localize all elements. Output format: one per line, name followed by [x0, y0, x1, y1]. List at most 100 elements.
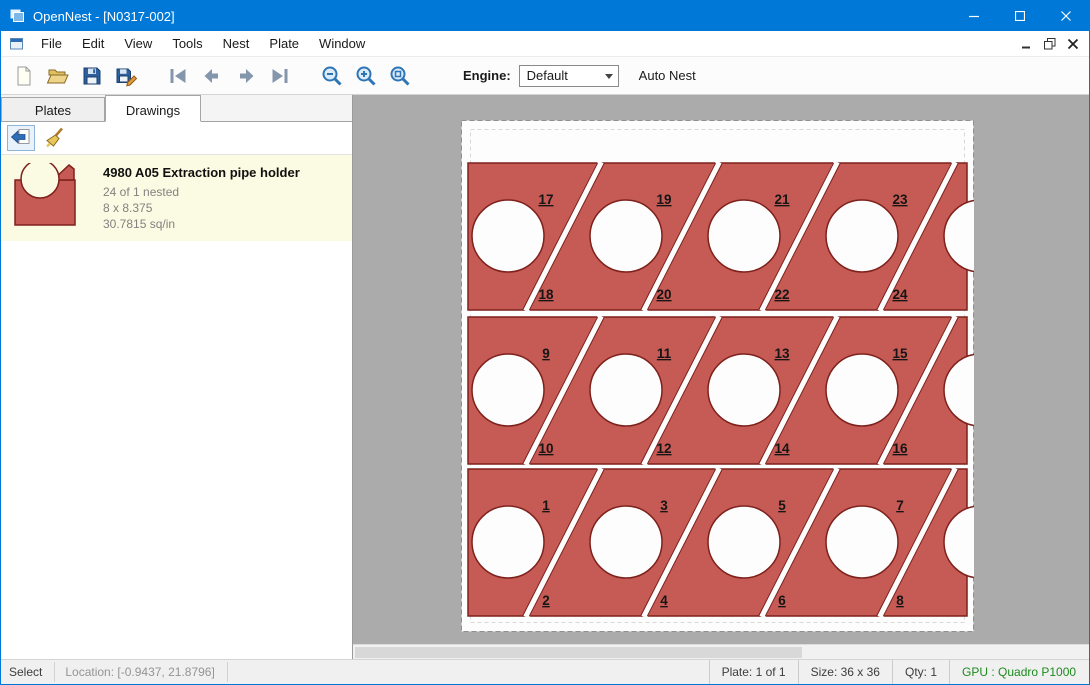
nav-prev-icon [200, 64, 224, 88]
nav-first-button[interactable] [161, 61, 195, 91]
part-thumbnail [11, 163, 103, 233]
menu-item-tools[interactable]: Tools [162, 32, 212, 55]
part-label: 14 [774, 441, 790, 456]
pipe-hole [826, 354, 898, 426]
part-label: 16 [892, 441, 908, 456]
part-label: 20 [656, 287, 671, 302]
open-icon [46, 64, 70, 88]
zoom-out-button[interactable] [315, 61, 349, 91]
list-item[interactable]: 4980 A05 Extraction pipe holder 24 of 1 … [1, 155, 352, 241]
zoom-fit-button[interactable] [383, 61, 417, 91]
zoom-out-icon [320, 64, 344, 88]
mdi-restore-button[interactable] [1042, 36, 1058, 52]
save-edit-button[interactable] [109, 61, 143, 91]
drawing-area: 30.7815 sq/in [103, 216, 344, 232]
title-bar: OpenNest - [N0317-002] [1, 1, 1089, 31]
menu-item-file[interactable]: File [31, 32, 72, 55]
part-label: 6 [778, 593, 786, 608]
mdi-minimize-button[interactable] [1019, 36, 1035, 52]
save-button[interactable] [75, 61, 109, 91]
nest-canvas[interactable]: 171921231820222491113151012141613572468 [353, 95, 1089, 659]
part-label: 3 [660, 498, 668, 513]
broom-icon [43, 126, 67, 150]
engine-value: Default [527, 68, 568, 83]
horizontal-scrollbar[interactable] [353, 644, 1074, 659]
zoom-fit-icon [388, 64, 412, 88]
part-label: 21 [774, 192, 790, 207]
panel-tabs: Plates Drawings [1, 95, 352, 122]
part-label: 4 [660, 593, 668, 608]
nest-row: 911131510121416 [468, 316, 974, 465]
auto-nest-button[interactable]: Auto Nest [639, 68, 696, 83]
part-label: 23 [892, 192, 908, 207]
part-label: 13 [774, 346, 790, 361]
part-label: 19 [656, 192, 671, 207]
tab-drawings[interactable]: Drawings [105, 95, 201, 122]
menu-item-plate[interactable]: Plate [259, 32, 309, 55]
mdi-close-button[interactable] [1065, 36, 1081, 52]
new-button[interactable] [7, 61, 41, 91]
app-window: OpenNest - [N0317-002] FileEditViewTools… [0, 0, 1090, 685]
nav-prev-button[interactable] [195, 61, 229, 91]
left-panel: Plates Drawings [1, 95, 353, 659]
part-thumbnail-image [11, 163, 81, 229]
drawing-title: 4980 A05 Extraction pipe holder [103, 165, 344, 180]
tab-plates[interactable]: Plates [1, 97, 105, 121]
nest-row: 1 3 5 7 2 4 6 8 [468, 468, 974, 617]
nav-last-icon [268, 64, 292, 88]
part-label: 18 [538, 287, 554, 302]
content-area: Plates Drawings [1, 95, 1089, 659]
part-label: 24 [892, 287, 908, 302]
menu-items: FileEditViewToolsNestPlateWindow [31, 32, 375, 55]
part-label: 8 [896, 593, 904, 608]
panel-arrow-button[interactable] [7, 125, 35, 151]
window-minimize-button[interactable] [951, 1, 997, 31]
nav-last-button[interactable] [263, 61, 297, 91]
pipe-hole [472, 506, 544, 578]
part-label: 15 [892, 346, 908, 361]
pipe-hole [708, 200, 780, 272]
engine-label: Engine: [463, 68, 511, 83]
restore-icon [1044, 38, 1056, 50]
nav-next-button[interactable] [229, 61, 263, 91]
pipe-hole [826, 506, 898, 578]
pipe-hole [708, 506, 780, 578]
save-icon [80, 64, 104, 88]
pipe-hole [590, 506, 662, 578]
status-bar: Select Location: [-0.9437, 21.8796] Plat… [1, 659, 1089, 684]
close-icon [1061, 11, 1071, 21]
window-close-button[interactable] [1043, 1, 1089, 31]
part-label: 7 [896, 498, 904, 513]
page-arrow-left-icon [9, 126, 33, 150]
pipe-hole [472, 354, 544, 426]
part-label: 1 [542, 498, 550, 513]
open-button[interactable] [41, 61, 75, 91]
panel-broom-button[interactable] [41, 125, 69, 151]
part-label: 12 [656, 441, 671, 456]
menu-item-nest[interactable]: Nest [213, 32, 260, 55]
menu-item-view[interactable]: View [114, 32, 162, 55]
engine-select[interactable]: Default [519, 65, 619, 87]
part-label: 22 [774, 287, 789, 302]
save-edit-icon [114, 64, 138, 88]
maximize-icon [1015, 11, 1025, 21]
menu-item-window[interactable]: Window [309, 32, 375, 55]
status-qty: Qty: 1 [892, 660, 949, 684]
nav-first-icon [166, 64, 190, 88]
mdi-window-controls [1019, 31, 1081, 57]
drawing-list-empty-area [1, 241, 352, 659]
pipe-hole [590, 200, 662, 272]
minimize-icon [1021, 38, 1033, 50]
scrollbar-thumb[interactable] [355, 647, 802, 658]
part-label: 17 [538, 192, 553, 207]
part-label: 2 [542, 593, 550, 608]
part-label: 5 [778, 498, 786, 513]
window-maximize-button[interactable] [997, 1, 1043, 31]
status-gpu: GPU : Quadro P1000 [949, 660, 1089, 684]
scrollbar-corner [1074, 644, 1089, 659]
part-label: 10 [538, 441, 553, 456]
menu-item-edit[interactable]: Edit [72, 32, 114, 55]
nest-plate-view: 171921231820222491113151012141613572468 [461, 120, 974, 632]
chevron-down-icon [605, 74, 613, 79]
zoom-in-button[interactable] [349, 61, 383, 91]
